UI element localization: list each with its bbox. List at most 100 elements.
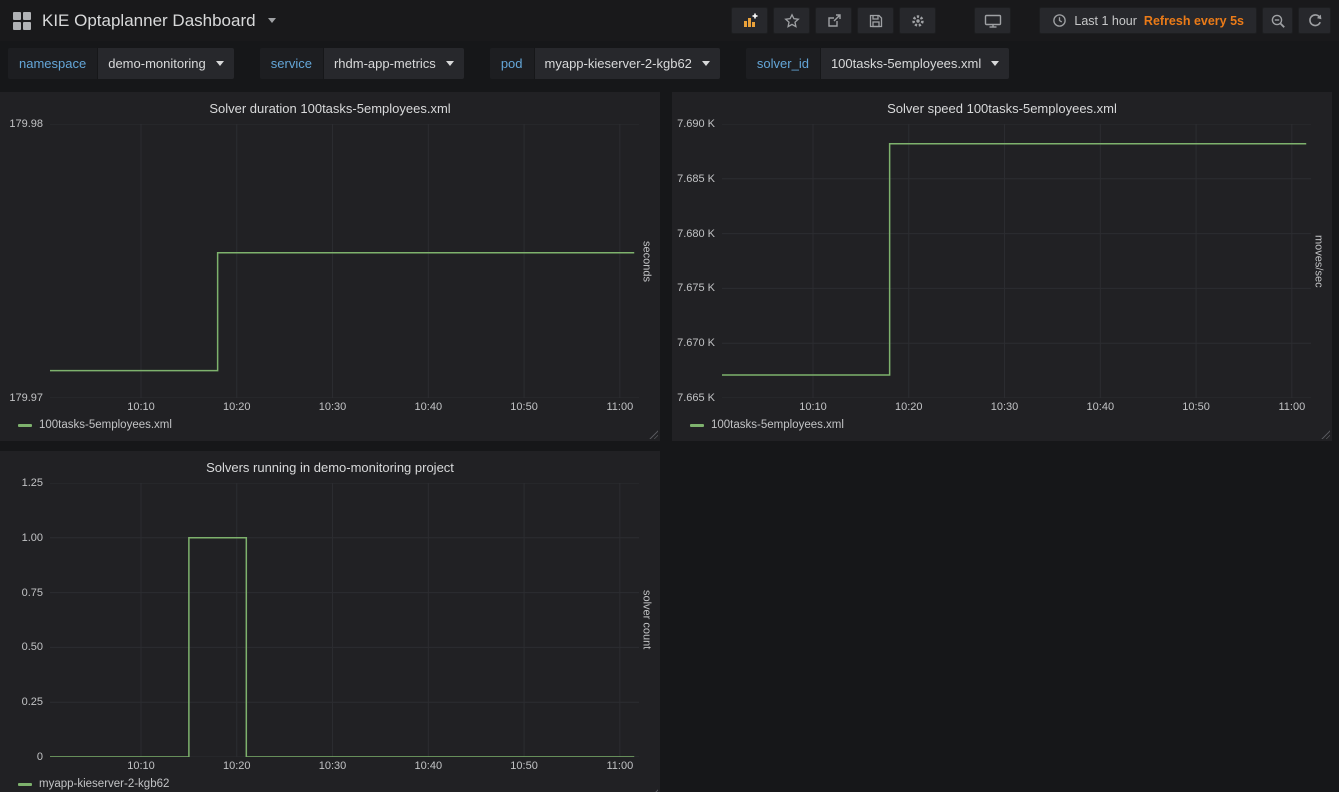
dashboard-title[interactable]: KIE Optaplanner Dashboard [42, 11, 256, 31]
variable-value: rhdm-app-metrics [334, 56, 436, 71]
x-tick-label: 10:40 [415, 401, 443, 413]
zoom-out-icon [1270, 13, 1286, 29]
plot-area[interactable] [50, 124, 639, 398]
y-tick-label: 7.685 K [677, 173, 715, 185]
grafana-grid-logo[interactable] [12, 11, 32, 31]
panel-title[interactable]: Solvers running in demo-monitoring proje… [6, 457, 654, 479]
panel-title[interactable]: Solver duration 100tasks-5employees.xml [6, 98, 654, 120]
y-tick-label: 0 [37, 751, 43, 763]
add-panel-icon [742, 13, 758, 29]
x-tick-label: 11:00 [1278, 401, 1305, 413]
settings-button[interactable] [899, 7, 936, 34]
variable-value-dropdown[interactable]: rhdm-app-metrics [324, 48, 464, 79]
legend-label[interactable]: myapp-kieserver-2-kgb62 [39, 778, 169, 790]
star-icon [784, 13, 800, 29]
share-button[interactable] [815, 7, 852, 34]
y-axis-title: seconds [639, 124, 654, 398]
refresh-button[interactable] [1298, 7, 1331, 34]
chart-canvas[interactable] [722, 124, 1311, 398]
y-tick-label: 1.25 [22, 477, 43, 489]
legend: 100tasks-5employees.xml [678, 415, 1326, 435]
save-button[interactable] [857, 7, 894, 34]
chevron-down-icon[interactable] [268, 18, 276, 23]
plot-area[interactable] [722, 124, 1311, 398]
y-tick-label: 7.680 K [677, 228, 715, 240]
gear-icon [910, 13, 926, 29]
y-tick-label: 179.97 [9, 392, 43, 404]
chart-canvas[interactable] [50, 483, 639, 757]
y-tick-label: 7.675 K [677, 282, 715, 294]
y-tick-label: 179.98 [9, 118, 43, 130]
grafana-dashboard: KIE Optaplanner Dashboard [0, 0, 1339, 792]
chart-canvas[interactable] [50, 124, 639, 398]
tv-mode-button[interactable] [974, 7, 1011, 34]
legend-color-marker[interactable] [18, 783, 32, 786]
panel-solver-duration: Solver duration 100tasks-5employees.xml … [0, 92, 660, 441]
navbar-right: Last 1 hour Refresh every 5s [731, 7, 1331, 34]
chevron-down-icon [216, 61, 224, 66]
y-axis-labels: 179.98179.97 [6, 124, 50, 398]
variable-service[interactable]: service rhdm-app-metrics [260, 48, 464, 79]
legend-color-marker[interactable] [690, 424, 704, 427]
zoom-out-button[interactable] [1262, 7, 1293, 34]
share-icon [826, 13, 842, 29]
x-tick-label: 10:30 [991, 401, 1019, 413]
legend: 100tasks-5employees.xml [6, 415, 654, 435]
y-tick-label: 0.75 [22, 587, 43, 599]
star-button[interactable] [773, 7, 810, 34]
x-tick-label: 10:20 [895, 401, 923, 413]
x-tick-label: 11:00 [606, 401, 633, 413]
panel-title[interactable]: Solver speed 100tasks-5employees.xml [678, 98, 1326, 120]
variable-label: solver_id [746, 48, 820, 79]
variable-value: myapp-kieserver-2-kgb62 [545, 56, 692, 71]
legend: myapp-kieserver-2-kgb62 [6, 774, 654, 792]
chart-row: 1.251.000.750.500.250 solver count [6, 483, 654, 757]
plot-area[interactable] [50, 483, 639, 757]
chevron-down-icon [702, 61, 710, 66]
x-tick-label: 10:10 [799, 401, 827, 413]
refresh-icon [1307, 13, 1323, 29]
variable-value: 100tasks-5employees.xml [831, 56, 981, 71]
chevron-down-icon [446, 61, 454, 66]
x-tick-label: 10:10 [127, 401, 155, 413]
variable-pod[interactable]: pod myapp-kieserver-2-kgb62 [490, 48, 720, 79]
variable-value: demo-monitoring [108, 56, 206, 71]
x-tick-label: 10:20 [223, 401, 251, 413]
legend-label[interactable]: 100tasks-5employees.xml [711, 419, 844, 431]
x-tick-label: 10:30 [319, 760, 347, 772]
save-icon [868, 13, 884, 29]
x-tick-label: 10:50 [1182, 401, 1210, 413]
x-axis-labels: 10:10 10:20 10:30 10:40 10:50 11:00 [722, 398, 1311, 415]
x-axis-labels: 10:1010:2010:3010:4010:5011:00 [50, 757, 639, 774]
x-tick-label: 10:30 [319, 401, 347, 413]
chevron-down-icon [991, 61, 999, 66]
y-tick-label: 7.670 K [677, 337, 715, 349]
variable-value-dropdown[interactable]: 100tasks-5employees.xml [821, 48, 1009, 79]
x-tick-label: 10:40 [1087, 401, 1115, 413]
template-variables-row: namespace demo-monitoring service rhdm-a… [0, 44, 1339, 82]
y-tick-label: 1.00 [22, 532, 43, 544]
y-axis-title: moves/sec [1311, 124, 1326, 398]
variable-label: service [260, 48, 323, 79]
variable-solver-id[interactable]: solver_id 100tasks-5employees.xml [746, 48, 1009, 79]
y-tick-label: 0.50 [22, 641, 43, 653]
y-axis-labels: 1.251.000.750.500.250 [6, 483, 50, 757]
x-tick-label: 10:50 [510, 760, 538, 772]
chart-row: 179.98179.97 seconds [6, 124, 654, 398]
y-axis-title: solver count [639, 483, 654, 757]
tv-mode-icon [984, 13, 1002, 29]
add-panel-button[interactable] [731, 7, 768, 34]
panel-solvers-running: Solvers running in demo-monitoring proje… [0, 451, 660, 792]
legend-color-marker[interactable] [18, 424, 32, 427]
navbar: KIE Optaplanner Dashboard [0, 0, 1339, 41]
variable-value-dropdown[interactable]: myapp-kieserver-2-kgb62 [535, 48, 720, 79]
time-range-button[interactable]: Last 1 hour Refresh every 5s [1039, 7, 1257, 34]
variable-value-dropdown[interactable]: demo-monitoring [98, 48, 234, 79]
x-tick-label: 10:50 [510, 401, 538, 413]
variable-namespace[interactable]: namespace demo-monitoring [8, 48, 234, 79]
x-tick-label: 10:20 [223, 760, 251, 772]
time-range-label: Last 1 hour [1074, 14, 1137, 28]
legend-label[interactable]: 100tasks-5employees.xml [39, 419, 172, 431]
x-axis-labels: 10:10 10:20 10:30 10:40 10:50 11:00 [50, 398, 639, 415]
clock-icon [1052, 13, 1067, 28]
